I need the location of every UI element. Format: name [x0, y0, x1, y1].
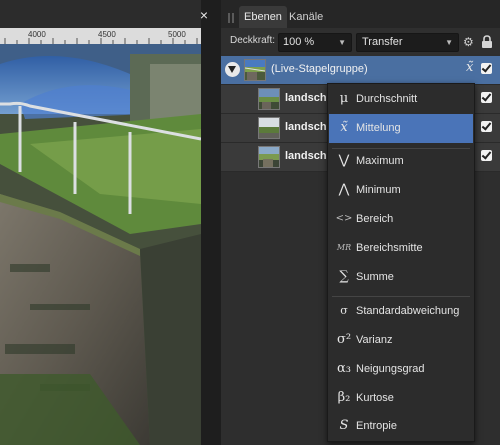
- menu-item-label: Durchschnitt: [356, 93, 418, 105]
- menu-item-label: Kurtose: [356, 392, 394, 404]
- menu-item-standardabweichung[interactable]: σ Standardabweichung: [329, 297, 473, 326]
- maximum-icon: ⋁: [338, 153, 350, 168]
- chevron-down-icon: ▼: [445, 38, 453, 47]
- menu-item-label: Minimum: [356, 184, 401, 196]
- median-operator-icon: x̃: [466, 60, 474, 75]
- menu-item-bereich[interactable]: <> Bereich: [329, 205, 473, 234]
- layer-thumbnail: [258, 88, 280, 110]
- ruler-label-5000: 5000: [168, 30, 186, 39]
- menu-item-label: Maximum: [356, 155, 404, 167]
- median-icon: x̃: [340, 120, 348, 135]
- menu-item-neigungsgrad[interactable]: α₃ Neigungsgrad: [329, 355, 473, 384]
- tab-kanaele[interactable]: Kanäle: [284, 6, 328, 28]
- visibility-checkbox[interactable]: [481, 121, 492, 132]
- menu-item-durchschnitt[interactable]: μ Durchschnitt: [329, 85, 473, 114]
- blend-mode-value: Transfer: [362, 36, 403, 48]
- layer-row-live-stack-group[interactable]: (Live-Stapelgruppe) x̃: [221, 56, 500, 85]
- panel-tabbar: Ebenen Kanäle: [221, 0, 500, 28]
- menu-item-summe[interactable]: ∑ Summe: [329, 263, 473, 292]
- variance-icon: σ²: [336, 332, 352, 347]
- chevron-down-icon: ▼: [338, 38, 346, 47]
- layer-name: landsch: [285, 92, 327, 104]
- entropy-icon: S: [339, 418, 349, 433]
- visibility-checkbox[interactable]: [481, 63, 492, 74]
- expand-toggle-icon[interactable]: [225, 62, 240, 77]
- opacity-value: 100 %: [283, 36, 315, 48]
- layer-thumbnail: [244, 59, 266, 81]
- std-deviation-icon: σ: [340, 304, 348, 317]
- menu-item-label: Mittelung: [356, 122, 401, 134]
- layer-controls-bar: Deckkraft: 100 % ▼ Transfer ▼ ⚙: [221, 28, 500, 54]
- tab-ebenen[interactable]: Ebenen: [239, 6, 287, 28]
- menu-item-label: Varianz: [356, 334, 393, 346]
- opacity-dropdown[interactable]: 100 % ▼: [278, 33, 352, 52]
- sum-icon: ∑: [339, 269, 349, 284]
- panel-divider: [201, 0, 221, 445]
- menu-item-label: Bereich: [356, 213, 394, 225]
- menu-item-bereichsmitte[interactable]: MR Bereichsmitte: [329, 234, 473, 263]
- gear-icon[interactable]: ⚙: [463, 36, 475, 48]
- menu-item-varianz[interactable]: σ² Varianz: [329, 326, 473, 355]
- opacity-label: Deckkraft:: [230, 35, 276, 46]
- skewness-icon: α₃: [337, 361, 351, 376]
- menu-item-kurtose[interactable]: β₂ Kurtose: [329, 384, 473, 413]
- menu-item-label: Neigungsgrad: [356, 363, 425, 375]
- range-icon: <>: [335, 213, 353, 224]
- layer-name: landsch: [285, 150, 327, 162]
- visibility-checkbox[interactable]: [481, 92, 492, 103]
- menu-item-mittelung[interactable]: x̃ Mittelung: [329, 114, 473, 143]
- layer-thumbnail: [258, 117, 280, 139]
- lock-icon[interactable]: [480, 35, 494, 49]
- menu-item-minimum[interactable]: ⋀ Minimum: [329, 176, 473, 205]
- horizontal-ruler: 4000 4500 5000: [0, 28, 201, 44]
- stacked-photo: [0, 44, 201, 445]
- canvas-top-bar: [0, 0, 201, 28]
- menu-item-label: Standardabweichung: [356, 305, 460, 317]
- close-icon[interactable]: ×: [197, 8, 211, 22]
- drag-handle-icon[interactable]: [228, 10, 236, 23]
- menu-item-maximum[interactable]: ⋁ Maximum: [329, 147, 473, 176]
- menu-item-label: Bereichsmitte: [356, 242, 423, 254]
- stack-operator-menu: μ Durchschnitt x̃ Mittelung ⋁ Maximum ⋀ …: [327, 83, 475, 442]
- ruler-label-4000: 4000: [28, 30, 46, 39]
- layer-thumbnail: [258, 146, 280, 168]
- layer-name: (Live-Stapelgruppe): [271, 63, 368, 75]
- layer-name: landsch: [285, 121, 327, 133]
- document-canvas[interactable]: 4000 4500 5000: [0, 0, 201, 445]
- mean-icon: μ: [339, 91, 349, 106]
- midrange-icon: MR: [336, 243, 352, 252]
- blend-mode-dropdown[interactable]: Transfer ▼: [356, 33, 459, 52]
- menu-item-label: Summe: [356, 271, 394, 283]
- minimum-icon: ⋀: [338, 182, 350, 197]
- kurtosis-icon: β₂: [337, 390, 351, 405]
- menu-item-entropie[interactable]: S Entropie: [329, 412, 473, 441]
- menu-item-label: Entropie: [356, 420, 397, 432]
- visibility-checkbox[interactable]: [481, 150, 492, 161]
- ruler-label-4500: 4500: [98, 30, 116, 39]
